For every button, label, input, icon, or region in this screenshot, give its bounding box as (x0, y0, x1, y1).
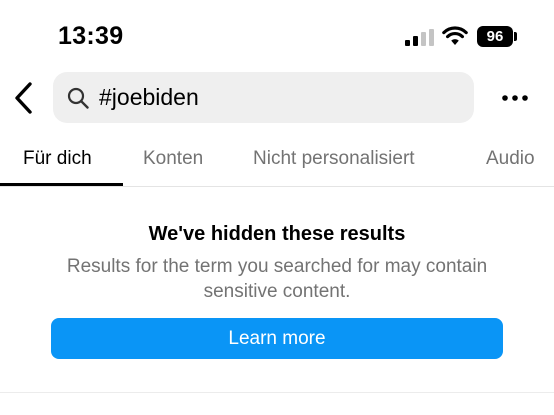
tab-bar: Für dich Konten Nicht personalisiert Aud… (0, 136, 554, 187)
battery-indicator: 96 (477, 26, 513, 47)
tab-konten[interactable]: Konten (143, 148, 203, 170)
tab-fuer-dich[interactable]: Für dich (23, 148, 92, 170)
section-divider (0, 392, 554, 393)
battery-tip (514, 32, 517, 41)
notice-title: We've hidden these results (148, 223, 406, 245)
tab-audio[interactable]: Audio (486, 148, 535, 170)
wifi-icon (442, 26, 468, 45)
cellular-signal-icon (405, 29, 434, 46)
battery-level: 96 (486, 28, 504, 45)
tabs-divider (0, 186, 554, 187)
learn-more-button[interactable]: Learn more (51, 318, 503, 359)
search-bar[interactable] (53, 72, 474, 123)
status-time: 13:39 (58, 22, 124, 50)
tab-nicht-personalisiert[interactable]: Nicht personalisiert (253, 148, 415, 170)
more-horizontal-icon[interactable] (500, 86, 530, 110)
chevron-left-icon[interactable] (10, 80, 38, 116)
notice-body: Results for the term you searched for ma… (66, 256, 488, 302)
search-input[interactable] (99, 77, 459, 118)
search-icon (67, 87, 89, 109)
search-results-screen: 13:39 96 Für dich Konten Nicht personali… (0, 0, 554, 415)
